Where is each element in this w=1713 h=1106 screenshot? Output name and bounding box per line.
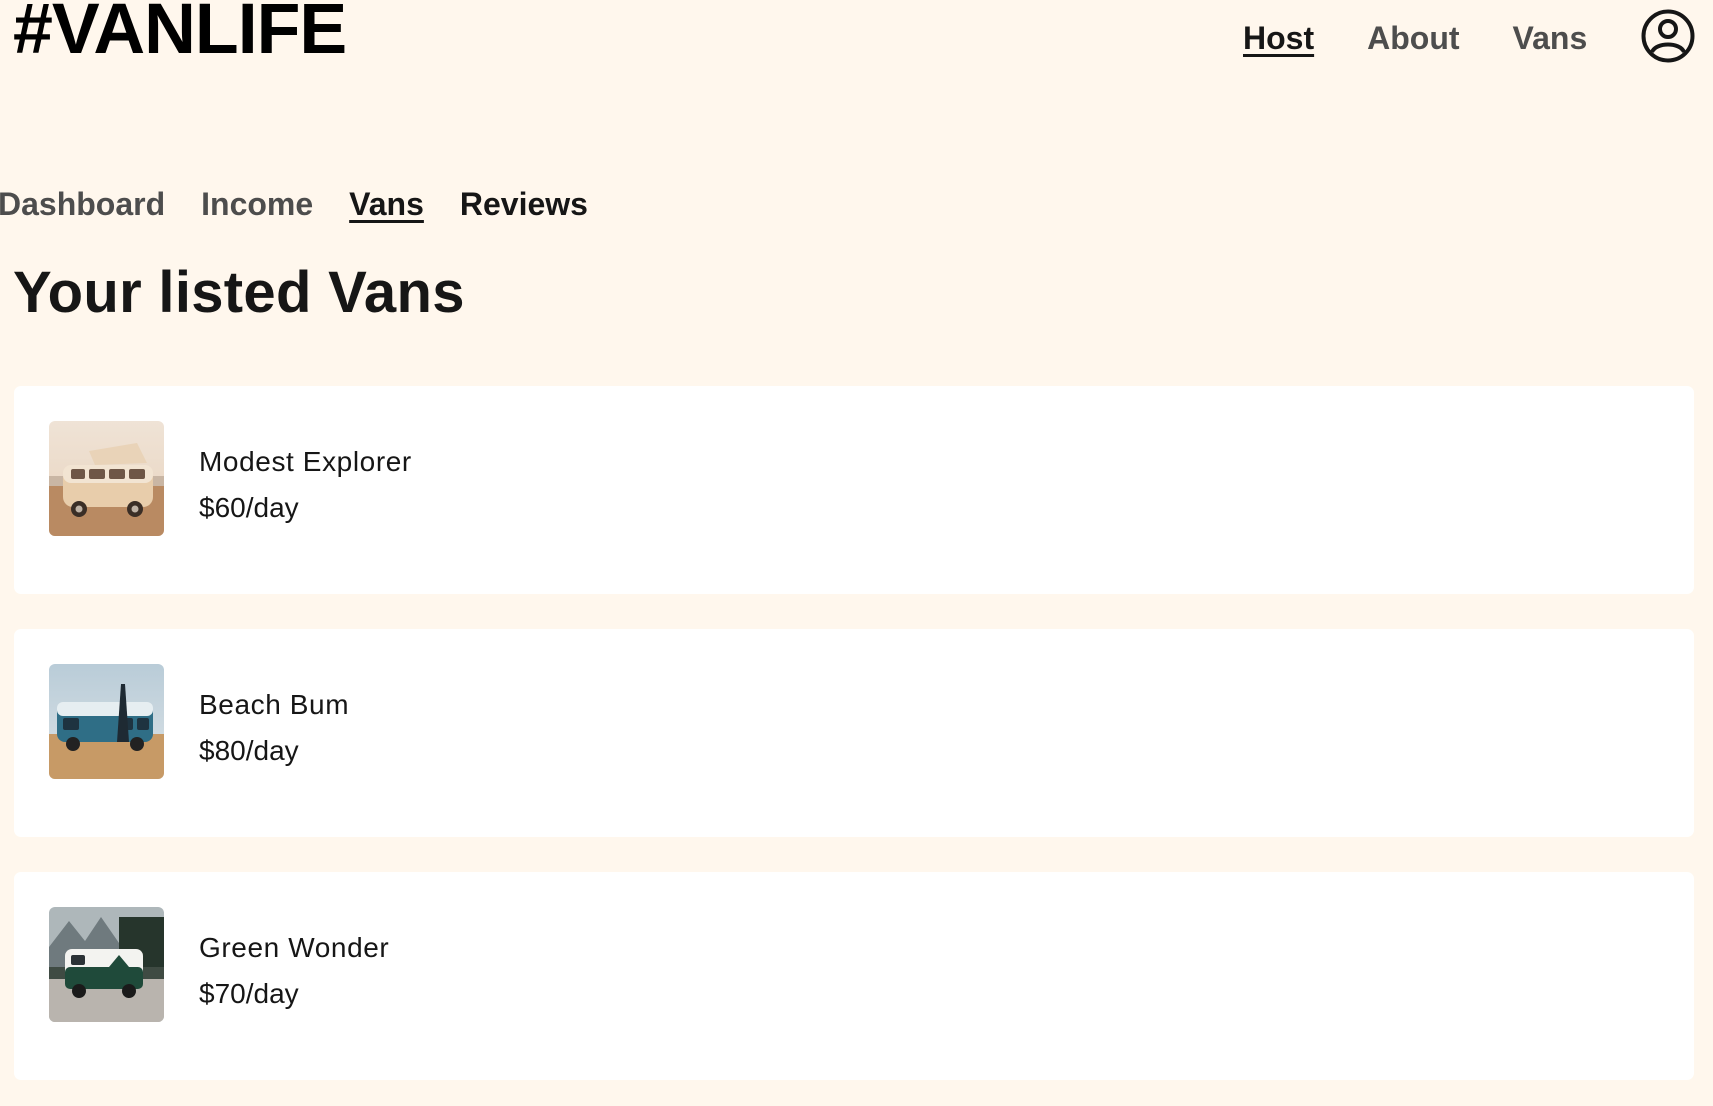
host-nav-vans[interactable]: Vans — [349, 188, 424, 220]
van-info: Modest Explorer $60/day — [199, 448, 412, 522]
tan-camper-van-image — [49, 421, 164, 536]
page: #VANLIFE Host About Vans Dashboard Incom… — [0, 0, 1713, 1106]
van-thumbnail — [49, 421, 164, 536]
van-price: $80/day — [199, 735, 299, 766]
van-thumbnail — [49, 907, 164, 1022]
blue-camper-van-image — [49, 664, 164, 779]
host-nav-reviews[interactable]: Reviews — [460, 188, 588, 220]
van-price: $60/day — [199, 492, 299, 523]
green-camper-van-image — [49, 907, 164, 1022]
page-title: Your listed Vans — [13, 260, 465, 325]
van-card-green-wonder[interactable]: Green Wonder $70/day — [14, 872, 1694, 1080]
van-info: Beach Bum $80/day — [199, 691, 349, 765]
user-circle-icon[interactable] — [1640, 8, 1696, 64]
nav-link-vans[interactable]: Vans — [1513, 22, 1588, 54]
host-nav-income[interactable]: Income — [201, 188, 313, 220]
van-card-modest-explorer[interactable]: Modest Explorer $60/day — [14, 386, 1694, 594]
van-card-beach-bum[interactable]: Beach Bum $80/day — [14, 629, 1694, 837]
van-thumbnail — [49, 664, 164, 779]
logo-link[interactable]: #VANLIFE — [13, 0, 347, 65]
van-name: Green Wonder — [199, 932, 390, 963]
host-subnav: Dashboard Income Vans Reviews — [0, 188, 624, 220]
van-list: Modest Explorer $60/day Beach Bum $80/da… — [14, 386, 1694, 1106]
van-name: Modest Explorer — [199, 446, 412, 477]
nav-link-host[interactable]: Host — [1243, 22, 1314, 54]
host-nav-dashboard[interactable]: Dashboard — [0, 188, 165, 220]
site-header: #VANLIFE Host About Vans — [0, 0, 1713, 90]
van-info: Green Wonder $70/day — [199, 934, 389, 1008]
main-nav: Host About Vans — [1243, 16, 1587, 60]
van-price: $70/day — [199, 978, 299, 1009]
van-name: Beach Bum — [199, 689, 350, 720]
nav-link-about[interactable]: About — [1367, 22, 1459, 54]
